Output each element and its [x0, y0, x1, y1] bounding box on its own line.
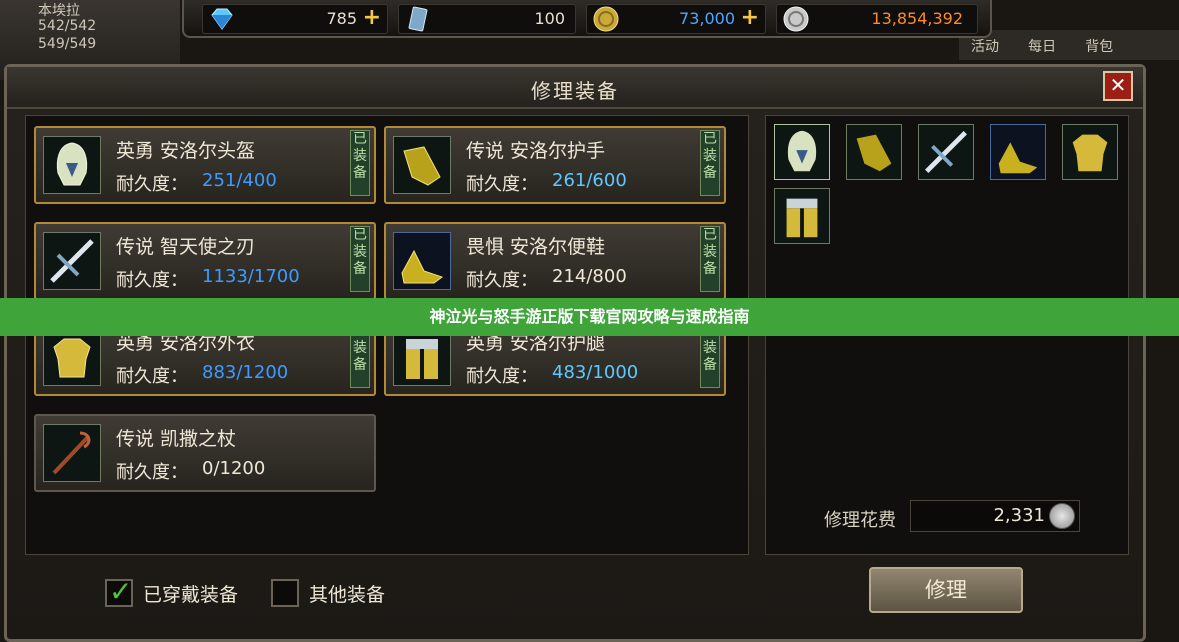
durability-value: 251/400 [202, 170, 277, 191]
item-name: 畏惧 安洛尔便鞋 [466, 236, 606, 258]
repair-cost-value: 2,331 [993, 505, 1045, 526]
game-menu: 活动 每日 背包 菜单 [959, 30, 1179, 81]
helmet-icon [43, 136, 101, 194]
add-diamond-button[interactable]: + [363, 5, 381, 30]
staff-icon [43, 424, 101, 482]
ticket-icon [408, 6, 428, 32]
armor-icon[interactable] [1062, 124, 1118, 180]
item-name: 传说 智天使之刃 [116, 236, 256, 258]
diamond-icon [211, 8, 233, 30]
item-name: 传说 安洛尔护手 [466, 140, 606, 162]
equipment-card[interactable]: 传说 安洛尔护手 耐久度： 261/600 已装备 [384, 126, 726, 204]
blade-icon [43, 232, 101, 290]
equipment-card[interactable]: 传说 智天使之刃 耐久度： 1133/1700 已装备 [34, 222, 376, 300]
player-name: 本埃拉 [38, 3, 80, 19]
gold-value: 73,000 [679, 9, 735, 28]
window-title: 修理装备 [531, 79, 619, 103]
repair-button[interactable]: 修理 [869, 567, 1023, 613]
close-icon: ✕ [1109, 73, 1127, 97]
resource-ticket: 100 [398, 4, 576, 34]
helmet-icon[interactable] [774, 124, 830, 180]
hp-value: 542/542 [38, 18, 97, 34]
durability-value: 0/1200 [202, 458, 266, 479]
leggings-icon[interactable] [774, 188, 830, 244]
equipped-filter-label: 已穿戴装备 [143, 584, 239, 606]
promo-banner: 神泣光与怒手游正版下载官网攻略与速成指南 [0, 298, 1179, 336]
equipped-filter-checkbox[interactable]: ✓ [105, 575, 133, 608]
equipped-tag: 已装备 [350, 226, 370, 292]
add-gold-button[interactable]: + [741, 5, 759, 30]
durability-label: 耐久度： [116, 462, 188, 483]
menu-activity[interactable]: 活动 [971, 36, 999, 56]
diamond-value: 785 [326, 9, 357, 28]
equipped-tag: 已装备 [350, 130, 370, 196]
boots-icon [393, 232, 451, 290]
other-filter-checkbox[interactable] [271, 579, 299, 607]
repair-cost-box: 2,331 [910, 500, 1080, 532]
resource-bar: 785 + 100 73,000 + 13,854,392 [182, 0, 992, 38]
durability-value: 1133/1700 [202, 266, 300, 287]
durability-label: 耐久度： [116, 366, 188, 387]
durability-value: 883/1200 [202, 362, 289, 383]
durability-value: 483/1000 [552, 362, 639, 383]
repair-window: 修理装备 ✕ 英勇 安洛尔头盔 耐久度： 251/400 已装备 传说 安洛尔护… [4, 64, 1146, 642]
repair-cost-label: 修理花费 [824, 510, 896, 531]
mp-value: 549/549 [38, 36, 97, 52]
ticket-value: 100 [534, 9, 565, 28]
armor-icon [43, 328, 101, 386]
equipped-tag: 已装备 [700, 226, 720, 292]
gold-coin-icon [593, 6, 619, 32]
silver-coin-icon [1049, 503, 1075, 529]
silver-coin-icon [783, 6, 809, 32]
menu-bag[interactable]: 背包 [1085, 36, 1113, 56]
durability-value: 261/600 [552, 170, 627, 191]
close-button[interactable]: ✕ [1103, 71, 1133, 101]
silver-value: 13,854,392 [871, 9, 963, 28]
durability-value: 214/800 [552, 266, 627, 287]
equipped-tag: 已装备 [700, 130, 720, 196]
checkmark-icon: ✓ [109, 575, 133, 608]
durability-label: 耐久度： [466, 366, 538, 387]
resource-gold: 73,000 + [586, 4, 766, 34]
equipment-card[interactable]: 英勇 安洛尔头盔 耐久度： 251/400 已装备 [34, 126, 376, 204]
durability-label: 耐久度： [116, 270, 188, 291]
menu-daily[interactable]: 每日 [1028, 36, 1056, 56]
gauntlet-icon [393, 136, 451, 194]
boots-icon[interactable] [990, 124, 1046, 180]
equipment-card[interactable]: 畏惧 安洛尔便鞋 耐久度： 214/800 已装备 [384, 222, 726, 300]
item-name: 传说 凯撒之杖 [116, 428, 237, 450]
leggings-icon [393, 328, 451, 386]
durability-label: 耐久度： [116, 174, 188, 195]
resource-silver: 13,854,392 [776, 4, 978, 34]
item-name: 英勇 安洛尔头盔 [116, 140, 256, 162]
durability-label: 耐久度： [466, 174, 538, 195]
resource-diamond: 785 + [202, 4, 388, 34]
blade-icon[interactable] [918, 124, 974, 180]
other-filter-label: 其他装备 [309, 584, 386, 606]
gauntlet-icon[interactable] [846, 124, 902, 180]
equipment-card[interactable]: 传说 凯撒之杖 耐久度： 0/1200 [34, 414, 376, 492]
title-bar: 修理装备 ✕ [7, 67, 1143, 109]
durability-label: 耐久度： [466, 270, 538, 291]
